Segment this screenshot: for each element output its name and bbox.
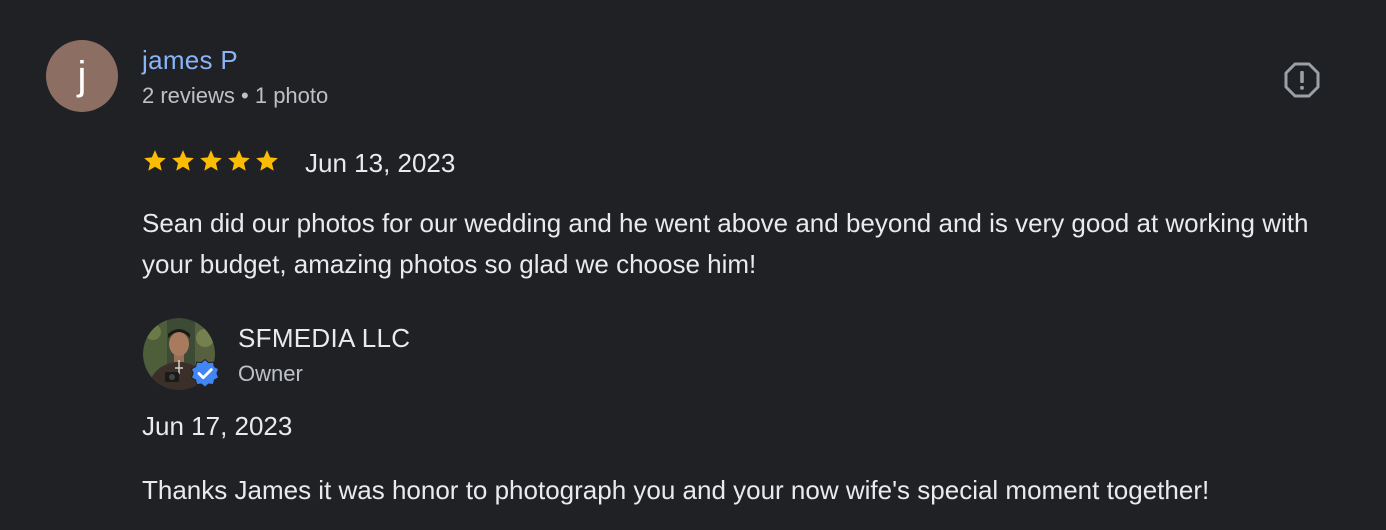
star-rating bbox=[142, 148, 280, 174]
reviewer-avatar[interactable]: j bbox=[46, 40, 118, 112]
star-icon bbox=[200, 150, 222, 171]
report-button[interactable] bbox=[1282, 60, 1322, 100]
star-icon bbox=[144, 150, 166, 171]
owner-role: Owner bbox=[238, 361, 303, 386]
star-icon bbox=[172, 150, 194, 171]
reviewer-name-link[interactable]: james P bbox=[142, 45, 238, 76]
reviewer-meta: 2 reviews • 1 photo bbox=[142, 83, 329, 108]
review-date: Jun 13, 2023 bbox=[305, 148, 456, 178]
verified-badge-icon bbox=[190, 358, 220, 388]
reply-date: Jun 17, 2023 bbox=[142, 411, 293, 441]
report-icon bbox=[1284, 62, 1320, 98]
reply-text: Thanks James it was honor to photograph … bbox=[142, 475, 1210, 505]
star-icon bbox=[228, 150, 250, 171]
owner-avatar bbox=[143, 318, 220, 390]
star-icon bbox=[256, 150, 278, 171]
review-text: Sean did our photos for our wedding and … bbox=[142, 208, 1309, 279]
reviewer-initial: j bbox=[77, 54, 87, 98]
owner-name: SFMEDIA LLC bbox=[238, 323, 411, 353]
review-card: j james P 2 reviews • 1 photo Jun 13, 20… bbox=[0, 0, 1386, 530]
